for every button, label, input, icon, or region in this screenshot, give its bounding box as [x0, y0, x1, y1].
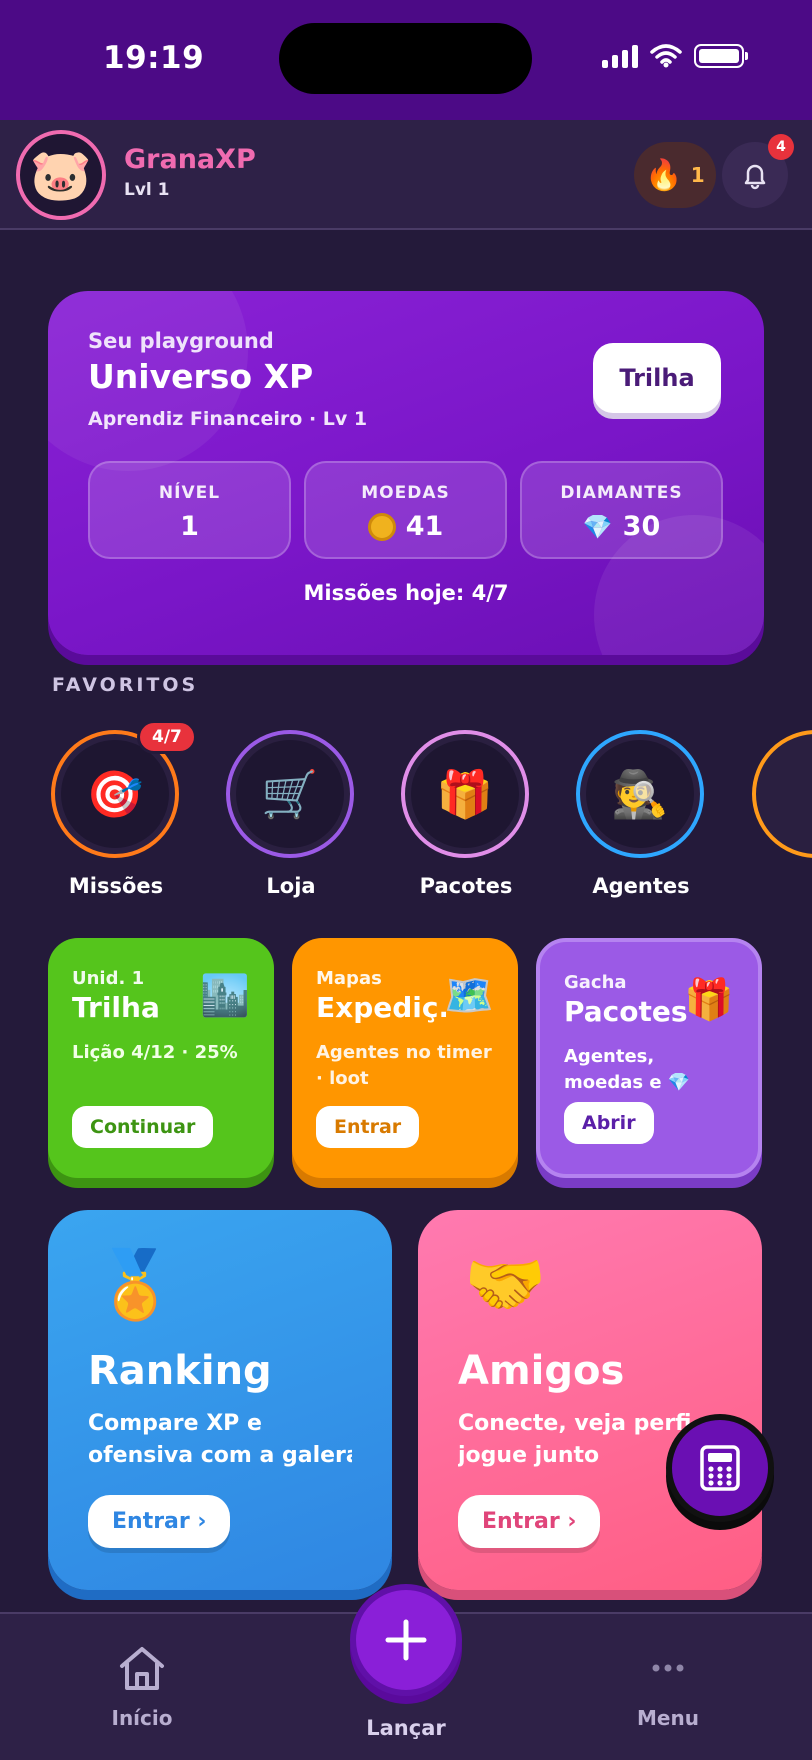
streak-button[interactable]: 🔥 1 [634, 142, 716, 208]
trilha-button[interactable]: Trilha [593, 343, 721, 413]
notifications-button[interactable]: 4 [722, 134, 794, 208]
detective-icon: 🕵️ [586, 740, 694, 848]
calculator-icon [700, 1445, 740, 1491]
card-expedition[interactable]: Mapas Expediç. Agentes no timer · loot 🗺… [292, 938, 518, 1178]
hero-subtitle: Aprendiz Financeiro · Lv 1 [88, 408, 368, 430]
stat-label: DIAMANTES [560, 483, 683, 503]
card-desc: Lição 4/12 · 25% [72, 1042, 238, 1063]
missions-today: Missões hoje: 4/7 [303, 581, 509, 605]
avatar[interactable]: 🐷 [16, 130, 106, 220]
favorite-partial[interactable] [752, 730, 812, 858]
signal-icon [602, 44, 638, 68]
hero-card: Seu playground Universo XP Aprendiz Fina… [48, 291, 764, 655]
open-button[interactable]: Abrir [564, 1102, 654, 1144]
diamond-icon: 💎 [582, 512, 613, 541]
notifications-badge: 4 [768, 134, 794, 160]
favorite-label: Missões [68, 874, 164, 898]
wifi-icon [650, 44, 682, 68]
status-time: 19:19 [103, 40, 205, 76]
card-desc: Agentes, moedas e 💎 [564, 1046, 691, 1094]
battery-icon [694, 44, 748, 68]
favorite-ring [752, 730, 812, 858]
target-icon: 🎯 [61, 740, 169, 848]
favorites-title: FAVORITOS [52, 674, 199, 696]
card-desc: Agentes no timer · loot [316, 1042, 492, 1090]
user-level: Lvl 1 [124, 180, 170, 200]
continue-button[interactable]: Continuar [72, 1106, 214, 1148]
dynamic-island [279, 23, 532, 94]
stat-value: 1 [180, 511, 199, 542]
stat-label: NÍVEL [158, 483, 221, 503]
enter-button[interactable]: Entrar [316, 1106, 420, 1148]
stat-level: NÍVEL 1 [88, 461, 291, 559]
card-title: Trilha [72, 991, 160, 1024]
cart-icon: 🛒 [236, 740, 344, 848]
enter-button[interactable]: Entrar › [88, 1495, 231, 1548]
favorite-ring: 🎁 [401, 730, 529, 858]
card-desc: Compare XP e ofensiva com a galera [88, 1411, 352, 1468]
card-title: Ranking [88, 1348, 272, 1394]
stat-coins: MOEDAS 41 [304, 461, 507, 559]
favorite-label: Loja [266, 874, 316, 898]
favorite-ring: 🕵️ [576, 730, 704, 858]
favorite-ring: 🛒 [226, 730, 354, 858]
streak-count: 1 [690, 163, 705, 187]
app-name: GranaXP [124, 144, 256, 175]
bell-icon [744, 164, 766, 190]
gift-icon: 🎁 [411, 740, 519, 848]
gift-icon: 🎁 [684, 977, 734, 1023]
favorite-agents[interactable]: 🕵️ Agentes [576, 730, 706, 898]
home-icon [120, 1647, 164, 1690]
launch-label: Lançar [366, 1716, 446, 1740]
favorite-label: Agentes [592, 874, 690, 898]
map-icon: 🗺️ [444, 973, 494, 1019]
favorite-shop[interactable]: 🛒 Loja [226, 730, 356, 898]
card-title: Amigos [458, 1348, 625, 1394]
nav-home[interactable]: Início [72, 1644, 212, 1730]
calculator-button[interactable] [666, 1414, 774, 1522]
city-icon: 🏙️ [200, 973, 250, 1019]
stat-label: MOEDAS [361, 483, 450, 503]
more-icon [652, 1664, 684, 1672]
stat-diamonds: DIAMANTES 💎 30 [520, 461, 723, 559]
status-icons [602, 44, 748, 68]
medal-icon: 🏅 [94, 1246, 177, 1323]
top-bar: 🐷 GranaXP Lvl 1 🔥 1 4 [0, 120, 812, 230]
favorite-label: Pacotes [419, 874, 513, 898]
stat-value: 41 [306, 511, 505, 542]
enter-button[interactable]: Entrar › [458, 1495, 601, 1548]
card-title: Expediç. [316, 991, 446, 1024]
nav-label: Início [111, 1706, 173, 1730]
card-packs[interactable]: Gacha Pacotes Agentes, moedas e 💎 🎁 Abri… [536, 938, 762, 1178]
nav-label: Menu [637, 1706, 699, 1730]
favorite-missions[interactable]: 🎯 4/7 Missões [51, 720, 197, 898]
stat-value: 💎 30 [582, 511, 661, 542]
nav-menu[interactable]: Menu [598, 1644, 738, 1730]
hero-eyebrow: Seu playground [88, 329, 274, 353]
fire-icon: 🔥 [645, 157, 683, 193]
handshake-icon: 🤝 [464, 1246, 547, 1323]
missions-badge: 4/7 [137, 720, 197, 754]
hero-title: Universo XP [88, 357, 314, 396]
status-bar: 19:19 [0, 0, 812, 120]
favorite-packs[interactable]: 🎁 Pacotes [401, 730, 531, 898]
card-trilha[interactable]: Unid. 1 Trilha Lição 4/12 · 25% 🏙️ Conti… [48, 938, 274, 1178]
plus-icon [385, 1619, 427, 1661]
launch-button[interactable] [350, 1584, 462, 1696]
coin-icon [367, 512, 396, 541]
card-friends[interactable]: 🤝 Amigos Conecte, veja perfi jogue junto… [418, 1210, 762, 1590]
pig-icon: 🐷 [29, 145, 93, 204]
card-title: Pacotes [564, 995, 688, 1028]
card-ranking[interactable]: 🏅 Ranking Compare XP e ofensiva com a ga… [48, 1210, 392, 1590]
